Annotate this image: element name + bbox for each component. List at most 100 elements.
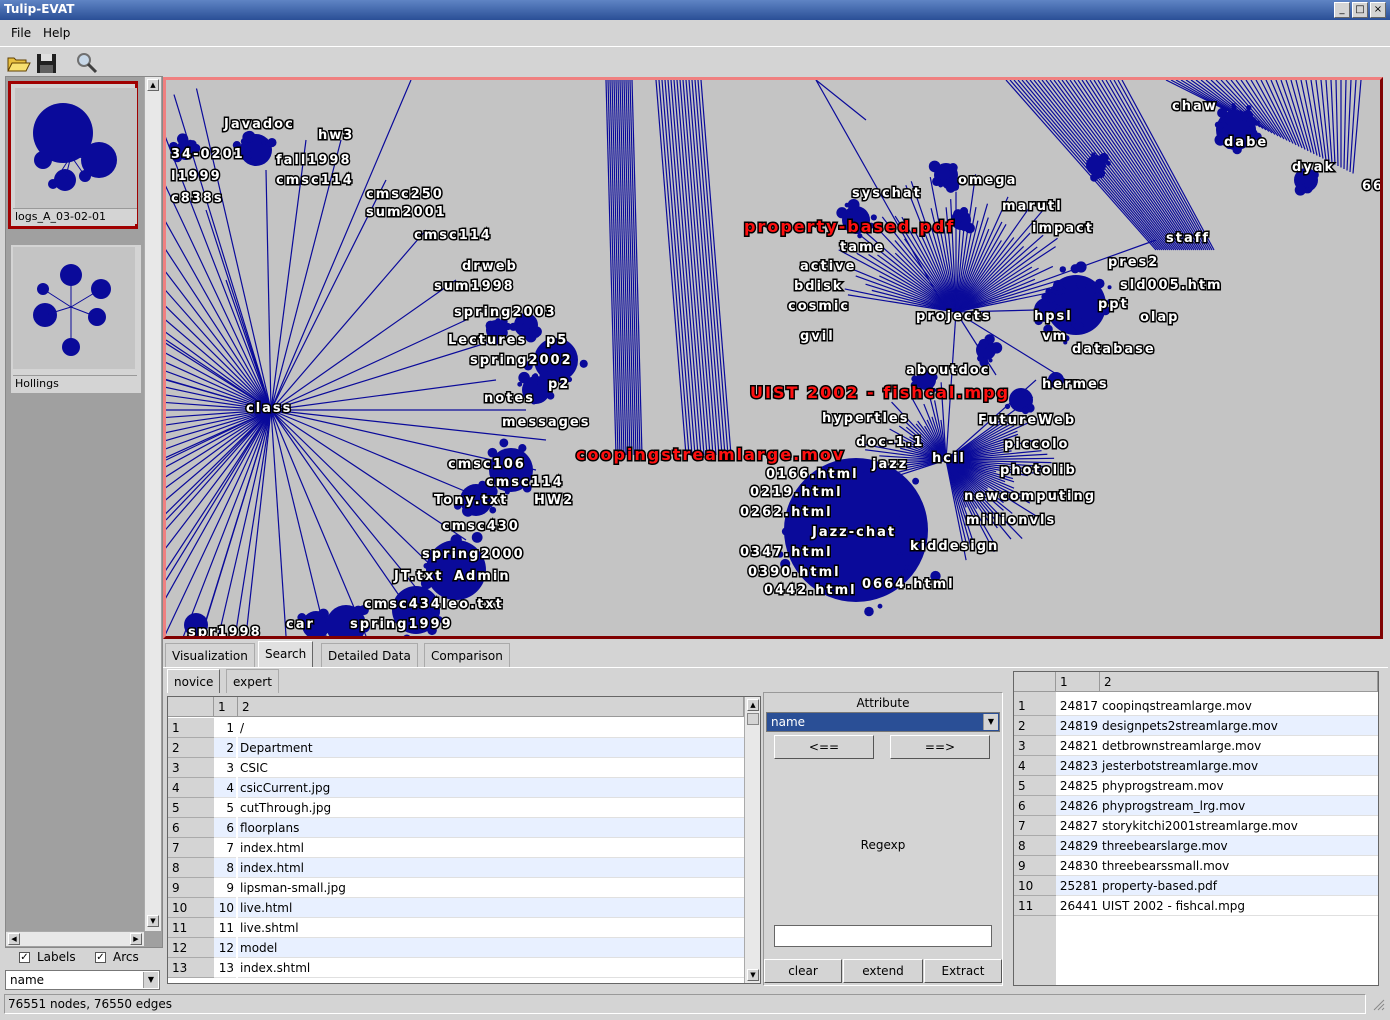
graph-node[interactable] xyxy=(320,617,327,623)
table-row[interactable]: 5 5 cutThrough.jpg xyxy=(168,798,744,818)
scrollbar-thumb[interactable] xyxy=(747,713,759,725)
node-label[interactable]: cmsc250 xyxy=(365,186,444,204)
node-label[interactable]: 0442.html xyxy=(763,582,857,600)
node-label[interactable]: cosmic xyxy=(787,298,850,316)
menu-file[interactable]: File xyxy=(11,26,31,40)
table-row[interactable]: 12 12 model xyxy=(168,938,744,958)
graph-node[interactable] xyxy=(188,139,193,145)
node-label[interactable]: chaw xyxy=(1171,98,1218,116)
resize-grip-icon[interactable] xyxy=(1370,996,1386,1014)
table-row[interactable]: 4 4 csicCurrent.jpg xyxy=(168,778,744,798)
graph-node[interactable] xyxy=(499,438,509,448)
search-results-table[interactable]: 1 2 1 1/2 2 Department 3 3 CSIC 4 4 csicCurrent.j… xyxy=(167,696,761,984)
table-row[interactable]: 10 10 live.html xyxy=(168,898,744,918)
node-label[interactable]: Javadoc xyxy=(222,116,295,134)
node-label[interactable]: database xyxy=(1071,341,1156,359)
graph-node[interactable] xyxy=(959,220,970,232)
node-label[interactable]: 0664.html xyxy=(861,576,955,594)
maximize-button[interactable]: □ xyxy=(1352,2,1368,18)
table-row[interactable]: 4 24823 jesterbotstreamlarge.mov xyxy=(1014,756,1378,776)
graph-node[interactable] xyxy=(243,130,256,143)
tab-visualization[interactable]: Visualization xyxy=(165,643,255,667)
node-label[interactable]: marutl xyxy=(1001,198,1063,216)
graph-node[interactable] xyxy=(1053,280,1064,291)
node-label[interactable]: UIST 2002 - fishcal.mpg xyxy=(749,382,1010,404)
node-label[interactable]: cmsc114 xyxy=(413,227,492,245)
column-header-1[interactable]: 1 xyxy=(214,697,238,717)
node-label[interactable]: property-based.pdf xyxy=(743,216,955,238)
move-right-button[interactable]: ==> xyxy=(890,735,990,759)
table-row[interactable]: 1 24817 coopinqstreamlarge.mov xyxy=(1014,696,1378,716)
graph-view[interactable]: Javadoc hw3 34-0201 fall1998 l1999 cmsc114 c83… xyxy=(163,77,1383,639)
graph-node[interactable] xyxy=(423,563,430,569)
scroll-up-arrow-icon[interactable]: ▲ xyxy=(147,79,159,91)
node-label[interactable]: 34-0201 xyxy=(170,146,245,164)
selection-table[interactable]: 1 2 1 24817 coopinqstreamlarge.mov 2 24819 de… xyxy=(1013,671,1379,986)
graph-node[interactable] xyxy=(945,183,956,193)
node-label[interactable]: hw3 xyxy=(317,127,354,145)
table-row[interactable]: 3 3 CSIC xyxy=(168,758,744,778)
table-row[interactable]: 7 7 index.html xyxy=(168,838,744,858)
graph-node[interactable] xyxy=(897,552,903,558)
node-label[interactable]: piccolo xyxy=(1003,436,1070,454)
graph-node[interactable] xyxy=(176,133,189,145)
zoom-magnifier-icon[interactable] xyxy=(74,50,100,76)
node-label[interactable]: 0219.html xyxy=(749,484,843,502)
labels-checkbox[interactable]: ✓ xyxy=(19,952,30,963)
property-select[interactable]: name ▼ xyxy=(5,970,160,990)
node-label[interactable]: sld005.htm xyxy=(1119,277,1223,295)
graph-node[interactable] xyxy=(912,477,920,485)
node-label[interactable]: 0262.html xyxy=(739,504,833,522)
node-label[interactable]: 0390.html xyxy=(747,564,841,582)
node-label[interactable]: kiddesign xyxy=(909,538,999,556)
graph-node[interactable] xyxy=(485,320,496,331)
move-left-button[interactable]: <== xyxy=(774,735,874,759)
graph-node[interactable] xyxy=(1041,292,1051,302)
node-label[interactable]: omega xyxy=(957,172,1017,190)
graph-node[interactable] xyxy=(1231,102,1236,108)
node-label[interactable]: spr1998 xyxy=(187,624,262,637)
node-label[interactable]: staff xyxy=(1165,230,1210,248)
table-row[interactable]: 6 6 floorplans xyxy=(168,818,744,838)
node-label[interactable]: newcomputing xyxy=(963,488,1096,506)
node-label[interactable]: cmsc430 xyxy=(441,518,520,536)
node-label[interactable]: cmsc114 xyxy=(485,474,564,492)
node-label[interactable]: gvil xyxy=(799,328,835,346)
graph-node[interactable] xyxy=(450,534,462,546)
node-label[interactable]: doc-1.1 xyxy=(855,434,924,452)
node-label[interactable]: 0347.html xyxy=(739,544,833,562)
node-label[interactable]: fall1998 xyxy=(275,152,352,170)
graph-node[interactable] xyxy=(905,568,914,577)
extract-button[interactable]: Extract xyxy=(924,959,1002,983)
tab-search[interactable]: Search xyxy=(258,641,314,668)
node-label[interactable]: syschat xyxy=(851,185,922,203)
graph-node[interactable] xyxy=(402,634,411,636)
table-row[interactable]: 2 2 Department xyxy=(168,738,744,758)
node-label[interactable]: spring2000 xyxy=(421,546,525,564)
graph-node[interactable] xyxy=(261,140,266,146)
node-label[interactable]: vm xyxy=(1041,328,1068,346)
graph-node[interactable] xyxy=(1107,285,1112,290)
search-table-scrollbar[interactable]: ▲ ▼ xyxy=(744,697,760,983)
open-folder-icon[interactable] xyxy=(5,50,31,76)
node-label[interactable]: coopingstreamlarge.mov xyxy=(575,444,845,466)
table-row[interactable]: 1 1/ xyxy=(168,718,744,738)
thumbnail-logs[interactable]: logs_A_03-02-01 xyxy=(8,81,138,229)
graph-node[interactable] xyxy=(978,338,989,349)
graph-node[interactable] xyxy=(1004,403,1011,410)
node-label[interactable]: HW2 xyxy=(533,492,574,510)
subtab-expert[interactable]: expert xyxy=(226,669,279,693)
node-label[interactable]: c838s xyxy=(170,190,224,208)
scroll-down-arrow-icon[interactable]: ▼ xyxy=(747,969,759,981)
graph-node[interactable] xyxy=(252,161,257,166)
table-row[interactable]: 5 24825 phyprogstream.mov xyxy=(1014,776,1378,796)
node-label[interactable]: hypertles xyxy=(821,410,910,428)
node-label[interactable]: Admin xyxy=(453,568,511,586)
graph-node[interactable] xyxy=(948,163,958,173)
graph-node[interactable] xyxy=(1075,261,1087,273)
graph-node[interactable] xyxy=(258,159,264,165)
node-label[interactable]: ppt xyxy=(1097,296,1129,314)
node-label[interactable]: millionvls xyxy=(965,512,1056,530)
node-label[interactable]: olap xyxy=(1139,309,1179,327)
node-label[interactable]: sum1998 xyxy=(433,278,515,296)
